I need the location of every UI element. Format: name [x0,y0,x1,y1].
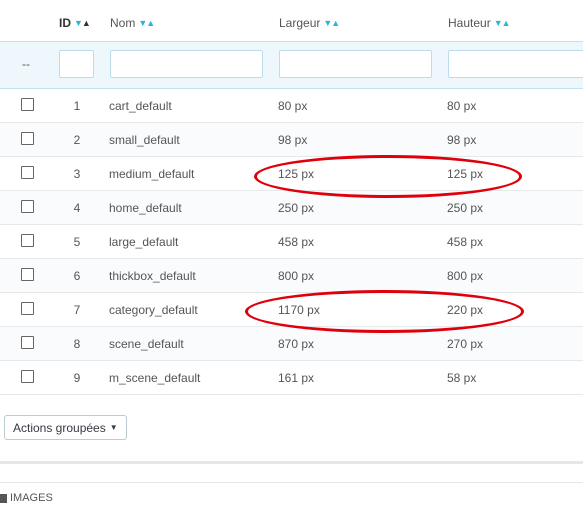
sort-asc-icon[interactable]: ▲ [82,18,91,28]
row-height: 98 px [447,133,477,147]
row-height: 220 px [447,303,484,317]
sort-asc-icon[interactable]: ▲ [146,18,155,28]
row-checkbox[interactable] [21,336,34,349]
row-height: 80 px [447,99,477,113]
row-name: scene_default [109,337,184,351]
row-width: 800 px [278,269,315,283]
column-header-width-label: Largeur [279,16,321,30]
column-header-name[interactable]: Nom ▼▲ [110,16,155,30]
bulk-actions-button[interactable]: Actions groupées ▼ [4,415,127,440]
row-id: 6 [73,269,81,283]
row-width: 80 px [278,99,308,113]
column-header-height[interactable]: Hauteur ▼▲ [448,16,511,30]
table-header: ID ▼▲ Nom ▼▲ Largeur ▼▲ Hauteur ▼▲ [0,0,583,41]
table-row[interactable]: 4 home_default 250 px 250 px [0,191,583,225]
filter-name-input[interactable] [110,50,263,78]
filter-id-input[interactable] [59,50,94,78]
column-header-id[interactable]: ID ▼▲ [59,16,91,30]
column-header-id-label: ID [59,16,71,30]
table-row[interactable]: 2 small_default 98 px 98 px [0,123,583,157]
row-id: 2 [73,133,81,147]
table-row[interactable]: 1 cart_default 80 px 80 px [0,89,583,123]
row-checkbox[interactable] [21,302,34,315]
row-id: 3 [73,167,81,181]
sort-desc-icon[interactable]: ▼ [494,18,503,28]
row-id: 7 [73,303,81,317]
row-name: thickbox_default [109,269,196,283]
table-row[interactable]: 9 m_scene_default 161 px 58 px [0,361,583,395]
row-checkbox[interactable] [21,234,34,247]
row-name: large_default [109,235,179,249]
row-width: 98 px [278,133,308,147]
table-row[interactable]: 6 thickbox_default 800 px 800 px [0,259,583,293]
row-name: cart_default [109,99,172,113]
row-width: 161 px [278,371,315,385]
filter-height-input[interactable] [448,50,583,78]
row-name: category_default [109,303,198,317]
table-row[interactable]: 5 large_default 458 px 458 px [0,225,583,259]
row-width: 870 px [278,337,315,351]
row-name: home_default [109,201,182,215]
row-checkbox[interactable] [21,370,34,383]
row-height: 250 px [447,201,484,215]
row-height: 125 px [447,167,484,181]
section-title: IMAGES [0,492,53,504]
section-title-label: IMAGES [10,492,53,504]
row-width: 458 px [278,235,315,249]
row-height: 58 px [447,371,477,385]
column-header-width[interactable]: Largeur ▼▲ [279,16,340,30]
filter-row: -- [0,41,583,89]
row-width: 250 px [278,201,315,215]
row-width: 1170 px [278,303,320,317]
filter-width-input[interactable] [279,50,432,78]
row-checkbox[interactable] [21,200,34,213]
sort-asc-icon[interactable]: ▲ [331,18,340,28]
sort-asc-icon[interactable]: ▲ [502,18,511,28]
row-height: 270 px [447,337,484,351]
row-id: 9 [73,371,81,385]
column-header-height-label: Hauteur [448,16,491,30]
sort-desc-icon[interactable]: ▼ [74,18,83,28]
row-name: small_default [109,133,180,147]
row-id: 1 [73,99,81,113]
row-id: 4 [73,201,81,215]
column-header-name-label: Nom [110,16,136,30]
divider [0,482,583,483]
table-row[interactable]: 3 medium_default 125 px 125 px [0,157,583,191]
row-checkbox[interactable] [21,268,34,281]
filter-placeholder: -- [22,57,30,71]
bulk-actions-label: Actions groupées [13,420,106,435]
image-icon [0,493,7,503]
row-height: 800 px [447,269,484,283]
row-checkbox[interactable] [21,98,34,111]
table-row[interactable]: 7 category_default 1170 px 220 px [0,293,583,327]
divider [0,461,583,464]
row-height: 458 px [447,235,484,249]
row-checkbox[interactable] [21,132,34,145]
caret-down-icon: ▼ [109,423,118,432]
row-id: 8 [73,337,81,351]
row-id: 5 [73,235,81,249]
table-row[interactable]: 8 scene_default 870 px 270 px [0,327,583,361]
row-width: 125 px [278,167,315,181]
row-name: m_scene_default [109,371,201,385]
row-name: medium_default [109,167,195,181]
row-checkbox[interactable] [21,166,34,179]
